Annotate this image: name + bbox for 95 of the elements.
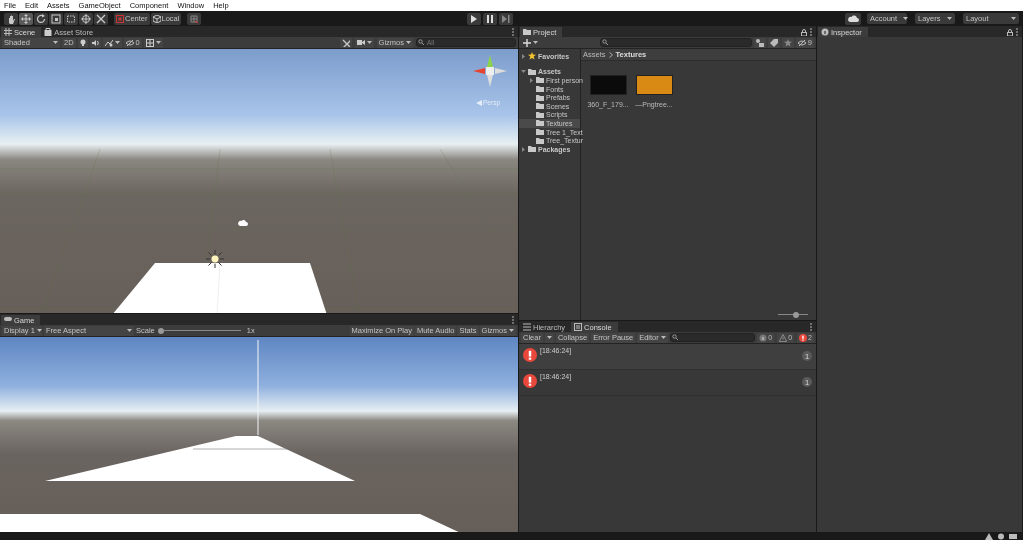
caret-icon: [1011, 17, 1016, 20]
warning-icon: [779, 333, 788, 342]
collapsed-arrow-icon[interactable]: [520, 53, 526, 59]
move-icon: [21, 13, 31, 24]
pause-button[interactable]: [483, 12, 497, 25]
hand-tool-button[interactable]: [4, 12, 18, 25]
caret-icon: [533, 41, 538, 44]
caret-icon: [366, 41, 372, 44]
play-button[interactable]: [467, 12, 481, 25]
slider-thumb[interactable]: [157, 327, 164, 334]
cloud-button[interactable]: [845, 12, 861, 25]
rectangle-icon: [66, 13, 76, 24]
texture-thumbnail[interactable]: [635, 75, 673, 95]
caret-icon: [36, 329, 42, 332]
hidden-eye-icon: [125, 38, 134, 47]
caret-icon: [155, 41, 161, 44]
scale-slider[interactable]: [160, 327, 241, 334]
hash-icon: [4, 28, 12, 36]
caret-icon: [660, 336, 666, 339]
light-bulb-icon: [79, 39, 86, 46]
clear-options-dropdown[interactable]: [544, 332, 554, 343]
lighting-toggle[interactable]: [77, 37, 88, 48]
chevron-icon: [608, 51, 613, 58]
shapes-icon: [755, 38, 764, 47]
info-icon: [821, 28, 829, 36]
expanded-arrow-icon[interactable]: [520, 69, 526, 75]
effects-dropdown[interactable]: [102, 37, 122, 48]
rotate-tool-button[interactable]: [34, 12, 48, 25]
icon-size-slider[interactable]: [778, 312, 808, 318]
caret-icon: [546, 336, 552, 339]
lock-icon[interactable]: [801, 28, 807, 36]
caret-icon: [903, 17, 909, 20]
label-filter-button[interactable]: [767, 37, 780, 48]
search-icon: [418, 39, 425, 46]
texture-thumbnail[interactable]: [589, 75, 627, 95]
hand-icon: [6, 13, 16, 24]
collapsed-arrow-icon[interactable]: [528, 78, 534, 83]
play-icon: [470, 14, 478, 23]
star-icon: [528, 52, 536, 61]
lock-icon[interactable]: [1007, 28, 1013, 36]
cloud-shape-icon: [238, 219, 248, 226]
grid-icon: [145, 38, 154, 47]
rotate-icon: [36, 13, 46, 24]
scale-tool-button[interactable]: [49, 12, 63, 25]
step-icon: [502, 14, 510, 23]
info-icon: [759, 333, 768, 342]
pause-icon: [486, 14, 494, 23]
caret-icon: [406, 41, 411, 44]
crossed-tools-icon: [96, 13, 106, 24]
tools-toggle[interactable]: [339, 37, 352, 48]
create-dropdown[interactable]: [521, 37, 540, 48]
perspective-icon: [476, 99, 482, 106]
caret-icon: [114, 41, 120, 44]
search-field[interactable]: [600, 38, 752, 47]
collapsed-arrow-icon[interactable]: [520, 146, 526, 152]
camera-icon: [356, 38, 365, 47]
shopping-bag-icon: [44, 28, 53, 36]
audio-toggle[interactable]: [89, 37, 101, 48]
transform-icon: [81, 13, 91, 24]
effects-icon: [104, 38, 113, 47]
slider-thumb[interactable]: [793, 312, 799, 318]
search-icon: [602, 39, 609, 46]
console-icon: [574, 323, 583, 331]
error-icon: [523, 348, 537, 362]
cube-icon: [152, 14, 161, 23]
star-icon: [783, 38, 792, 47]
error-icon: [799, 333, 808, 342]
caret-icon: [947, 17, 952, 20]
scale-icon: [51, 13, 61, 24]
favorite-button[interactable]: [781, 37, 794, 48]
step-button[interactable]: [499, 12, 513, 25]
error-icon: [523, 374, 537, 388]
gamepad-icon: [4, 316, 12, 324]
sun-icon: [205, 249, 225, 269]
crossed-tools-icon: [341, 38, 350, 47]
pivot-icon: [116, 14, 124, 23]
move-tool-button[interactable]: [19, 12, 33, 25]
caret-icon: [509, 329, 514, 332]
search-field[interactable]: [669, 333, 756, 342]
cloud-icon: [847, 14, 859, 23]
hidden-eye-icon: [797, 38, 806, 47]
speaker-icon: [91, 38, 99, 47]
grid-snap-icon: [190, 14, 199, 23]
search-icon: [671, 334, 679, 341]
rect-tool-button[interactable]: [64, 12, 78, 25]
caret-icon: [127, 329, 132, 332]
list-icon: [523, 323, 531, 331]
plus-icon: [523, 38, 531, 47]
caret-icon: [53, 41, 58, 44]
camera-dropdown[interactable]: [354, 37, 374, 48]
type-filter-button[interactable]: [753, 37, 766, 48]
transform-tool-button[interactable]: [79, 12, 93, 25]
grid-snap-button[interactable]: [187, 12, 202, 25]
grid-dropdown[interactable]: [143, 37, 163, 48]
custom-tool-button[interactable]: [94, 12, 108, 25]
